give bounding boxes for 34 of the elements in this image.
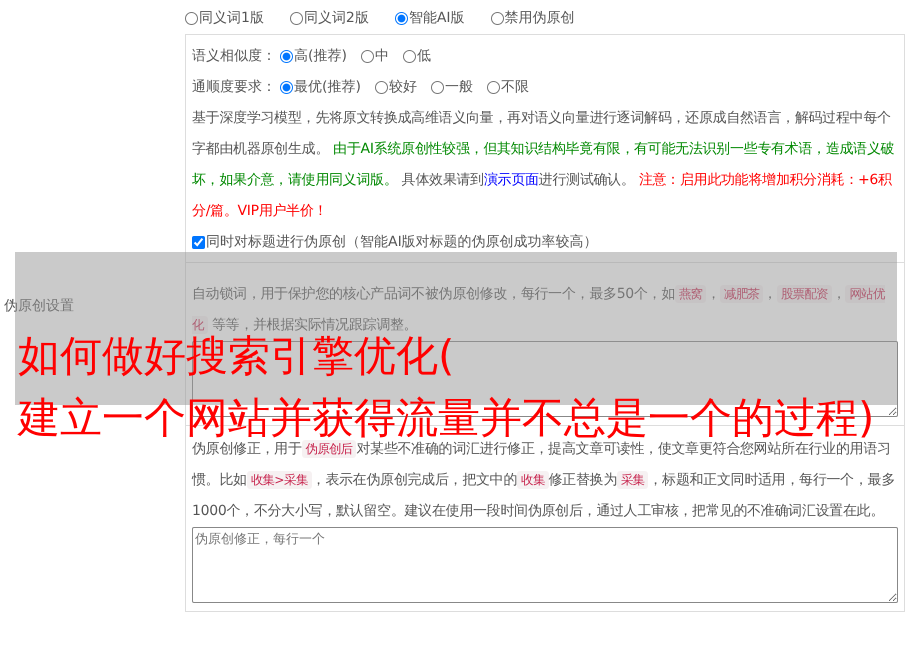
radio-label[interactable]: 一般 [444, 72, 473, 103]
demo-page-link[interactable]: 演示页面 [484, 172, 539, 188]
section-label: 伪原创设置 [4, 296, 74, 316]
radio-button[interactable] [280, 50, 293, 63]
checkbox-label[interactable]: 同时对标题进行伪原创（智能AI版对标题的伪原创成功率较高） [206, 227, 598, 258]
radio-label[interactable]: 智能AI版 [408, 8, 465, 28]
checkbox[interactable] [192, 236, 205, 249]
overlay-title: 如何做好搜索引擎优化( [18, 333, 454, 379]
radio-button[interactable] [185, 12, 198, 24]
overlay-title: 建立一个网站并获得流量并不总是一个的过程) [18, 395, 874, 441]
radio-label[interactable]: 最优(推荐) [294, 72, 361, 103]
radio-label[interactable]: 不限 [500, 72, 529, 103]
radio-label[interactable]: 禁用伪原创 [504, 8, 575, 28]
description-text: 基于深度学习模型，先将原文转换成高维语义向量，再对语义向量进行逐词解码，还原成自然语言，解码过程中每个字都由机器原创生成。 由于AI系统原创性较强，但其知识结构毕竟有限，有可能无法识别一些专有术语，造成语义破坏，如果介意，请使用同义词版。 具体效果请到演示页面进行测试确认。 注意：启用此功能将增加积分消耗：+6积分/篇。VIP用户半价！ [192, 109, 896, 221]
radio-button[interactable] [374, 81, 388, 94]
setting-label: 语义相似度： [192, 47, 276, 66]
radio-button[interactable] [402, 50, 416, 63]
radio-button[interactable] [486, 81, 500, 94]
correction-field[interactable]: 伪原创修正，每行一个 [192, 527, 898, 603]
radio-label[interactable]: 较好 [388, 72, 417, 103]
setting-label: 通顺度要求： [192, 78, 276, 97]
radio-label[interactable]: 同义词2版 [304, 8, 369, 28]
radio-button[interactable] [430, 81, 444, 94]
radio-button[interactable] [490, 12, 504, 24]
radio-button[interactable] [280, 81, 293, 94]
lock-words-text: 自动锁词，用于保护您的核心产品词不被伪原创修改，每行一个，最多50个，如 燕窝 ， 减肥茶 ， 股票配资 ， 网站优化 等等，并根据实际情况跟踪调整。 [192, 284, 886, 335]
correction-text: 伪原创修正，用于 伪原创后 对某些不准确的词汇进行修正，提高文章可读性，使文章更符合您网站所在行业的用语习惯。比如 收集>采集 ，表示在伪原创完成后，把文中的 收集 修正替换为 采集 ，标题和正文同时适用，每行一个，最多1000个，不分大小写，默认留空。建议在使用一段时间伪原创后，通过人工审核，把常见的不准确词汇设置在此。 [192, 439, 896, 521]
radio-label[interactable]: 中 [374, 41, 389, 72]
radio-label[interactable]: 高(推荐) [294, 41, 347, 72]
radio-label[interactable]: 低 [416, 41, 431, 72]
radio-button[interactable] [394, 12, 408, 24]
radio-label[interactable]: 同义词1版 [199, 8, 264, 28]
radio-button[interactable] [360, 50, 374, 63]
radio-button[interactable] [290, 12, 303, 24]
